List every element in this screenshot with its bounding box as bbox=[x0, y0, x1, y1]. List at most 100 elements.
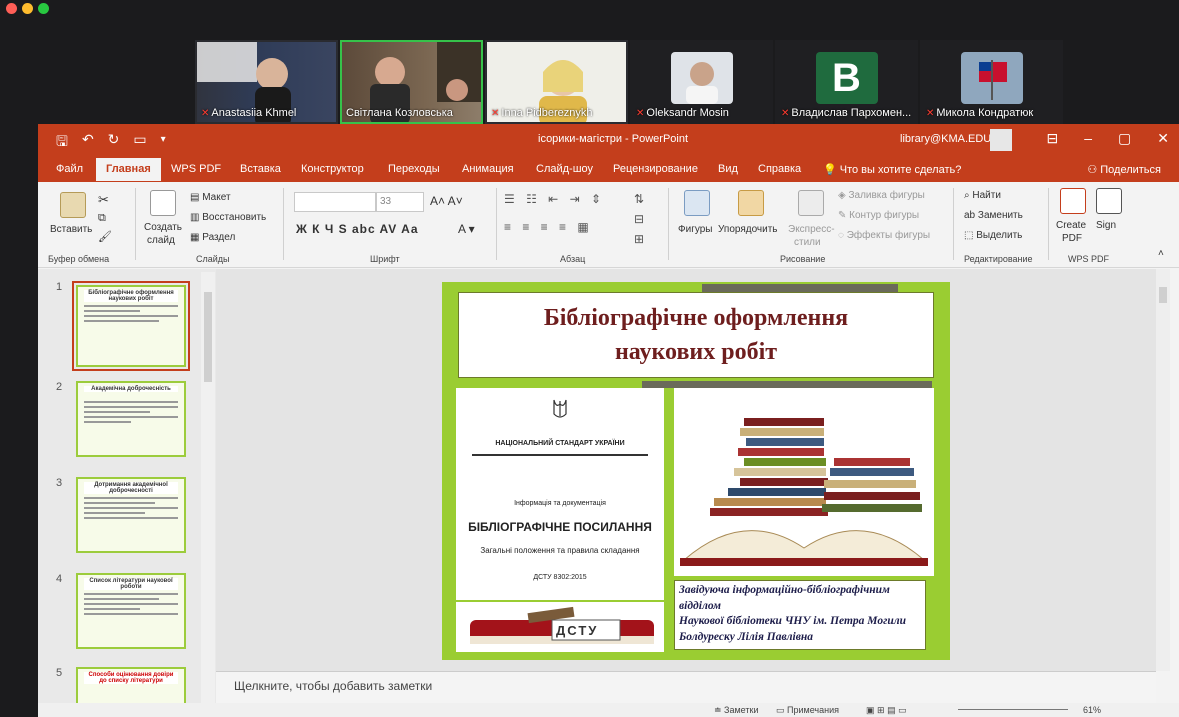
notes-pane[interactable]: Щелкните, чтобы добавить заметки bbox=[216, 671, 1156, 703]
arrange-button[interactable]: Упорядочить bbox=[718, 224, 778, 235]
shapes-button[interactable]: Фигуры bbox=[678, 224, 712, 235]
quick-styles-button[interactable]: Экспресс- bbox=[788, 224, 835, 235]
title-bar: 🖫 ↶ ↻ ▭ ▾ ісорики-магістри - PowerPoint … bbox=[38, 124, 1179, 155]
current-slide[interactable]: Бібліографічне оформлення наукових робіт… bbox=[442, 282, 950, 660]
thumbnail-scrollbar[interactable] bbox=[201, 272, 215, 712]
tab-help[interactable]: Справка bbox=[758, 163, 801, 175]
shape-effects-button[interactable]: ◌ Эффекты фигуры bbox=[838, 230, 930, 241]
grow-font-icon[interactable]: A˄ A˅ bbox=[430, 194, 463, 208]
thumbnail-number: 5 bbox=[56, 667, 63, 679]
caption-line: Наукової бібліотеки ЧНУ ім. Петра Могили bbox=[679, 615, 907, 627]
tab-file[interactable]: Файл bbox=[56, 163, 83, 175]
participant-tile[interactable]: B ✕ Владислав Пархомен... bbox=[775, 40, 918, 124]
tab-animations[interactable]: Анимация bbox=[462, 163, 514, 175]
ribbon-display-icon[interactable]: ⊟ bbox=[1047, 130, 1059, 147]
participant-name: ✕ Inna Pidbereznykh bbox=[491, 107, 593, 119]
tab-slideshow[interactable]: Слайд-шоу bbox=[536, 163, 593, 175]
list-icons[interactable]: ☰ ☷ ⇤ ⇥ ⇕ bbox=[504, 192, 605, 206]
avatar bbox=[670, 52, 733, 104]
save-icon[interactable]: 🖫 bbox=[56, 131, 68, 155]
copy-icon[interactable]: ⧉ bbox=[98, 212, 106, 225]
minimize-icon[interactable]: – bbox=[1084, 130, 1092, 147]
tab-wps-pdf[interactable]: WPS PDF bbox=[171, 163, 221, 175]
reset-button[interactable]: ▥ Восстановить bbox=[190, 212, 266, 223]
shape-outline-button[interactable]: ✎ Контур фигуры bbox=[838, 210, 919, 221]
tab-review[interactable]: Рецензирование bbox=[613, 163, 698, 175]
cut-icon[interactable]: ✂ bbox=[98, 192, 109, 208]
slideshow-icon[interactable]: ▭ bbox=[133, 131, 146, 155]
minimize-window-icon[interactable] bbox=[22, 3, 33, 14]
thumbnail-slide[interactable]: Академічна доброчесність bbox=[76, 381, 186, 457]
participant-tile[interactable]: ✕ Oleksandr Mosin bbox=[630, 40, 773, 124]
smartart-icon[interactable]: ⊞ bbox=[634, 232, 644, 246]
thumbnail-title: Список літератури наукової роботи bbox=[84, 578, 178, 590]
account-avatar[interactable] bbox=[990, 129, 1012, 151]
participant-tile[interactable]: ✕ Inna Pidbereznykh bbox=[485, 40, 628, 124]
paste-button[interactable]: Вставить bbox=[50, 224, 92, 235]
thumbnail-pane: 1 Бібліографічне оформлення наукових роб… bbox=[38, 269, 216, 717]
align-icons[interactable]: ≡ ≡ ≡ ≡ ▦ bbox=[504, 220, 593, 234]
font-size-box[interactable]: 33 bbox=[376, 192, 424, 212]
participant-tile-active-speaker[interactable]: Світлана Козловська bbox=[340, 40, 483, 124]
find-button[interactable]: ⌕ Найти bbox=[964, 190, 1001, 201]
tell-me-box[interactable]: 💡 Что вы хотите сделать? bbox=[823, 163, 961, 176]
format-painter-icon[interactable]: 🖌 bbox=[98, 230, 112, 243]
tab-view[interactable]: Вид bbox=[718, 163, 738, 175]
text-direction-icon[interactable]: ⇅ bbox=[634, 192, 644, 206]
flag-photo-icon bbox=[978, 60, 1007, 100]
thumbnail-number: 4 bbox=[56, 573, 63, 585]
account-name[interactable]: library@KMA.EDU bbox=[900, 133, 991, 145]
undo-icon[interactable]: ↶ bbox=[82, 131, 94, 155]
dstu-cover-image[interactable]: НАЦІОНАЛЬНИЙ СТАНДАРТ УКРАЇНИ Інформація… bbox=[456, 388, 664, 600]
select-button[interactable]: ⬚ Выделить bbox=[964, 230, 1022, 241]
caption-line: Болдуреску Лілія Павлівна bbox=[679, 630, 813, 643]
participant-name: Світлана Козловська bbox=[346, 107, 453, 119]
shape-fill-button[interactable]: ◈ Заливка фигуры bbox=[838, 190, 925, 201]
tab-design[interactable]: Конструктор bbox=[301, 163, 364, 175]
section-button[interactable]: ▦ Раздел bbox=[190, 232, 235, 243]
caption-line: відділом bbox=[679, 599, 722, 612]
author-caption[interactable]: Завідуюча інформаційно-бібліографічним в… bbox=[674, 580, 926, 650]
tab-home[interactable]: Главная bbox=[96, 158, 161, 181]
sign-button[interactable]: Sign bbox=[1096, 220, 1116, 231]
close-window-icon[interactable] bbox=[6, 3, 17, 14]
participant-tile[interactable]: ✕ Микола Кондратюк bbox=[920, 40, 1063, 124]
font-name-box[interactable] bbox=[294, 192, 376, 212]
wps-pdf-group-label: WPS PDF bbox=[1068, 254, 1110, 264]
dstu-book-image[interactable]: ДСТУ bbox=[456, 602, 664, 652]
paragraph-group-label: Абзац bbox=[560, 254, 586, 264]
slide-title[interactable]: Бібліографічне оформлення наукових робіт bbox=[458, 292, 934, 378]
format-buttons[interactable]: Ж К Ч S abc AV Aa bbox=[296, 222, 419, 236]
zoom-window-icon[interactable] bbox=[38, 3, 49, 14]
share-button[interactable]: ⚇ Поделиться bbox=[1087, 163, 1161, 176]
thumbnail-slide[interactable]: Список літератури наукової роботи bbox=[76, 573, 186, 649]
caption-line: Завідуюча інформаційно-бібліографічним bbox=[679, 584, 890, 596]
view-buttons[interactable]: ▣ ⊞ ▤ ▭ bbox=[866, 705, 907, 716]
create-pdf-button[interactable]: Create bbox=[1056, 220, 1086, 231]
thumbnail-slide[interactable]: Бібліографічне оформлення наукових робіт bbox=[72, 281, 190, 371]
tab-transitions[interactable]: Переходы bbox=[388, 163, 440, 175]
close-icon[interactable]: ✕ bbox=[1157, 130, 1169, 147]
sign-icon bbox=[1096, 188, 1122, 214]
participant-tile[interactable]: ✕ Anastasiia Khmel bbox=[195, 40, 338, 124]
notes-toggle[interactable]: ≐ Заметки bbox=[714, 705, 758, 716]
layout-button[interactable]: ▤ Макет bbox=[190, 192, 231, 203]
books-stack-image[interactable] bbox=[674, 388, 934, 576]
align-text-icon[interactable]: ⊟ bbox=[634, 212, 644, 226]
zoom-level[interactable]: 61% bbox=[1083, 705, 1101, 715]
comments-toggle[interactable]: ▭ Примечания bbox=[776, 705, 839, 716]
collapse-ribbon-icon[interactable]: ˄ bbox=[1158, 248, 1164, 259]
restore-icon[interactable]: ▢ bbox=[1118, 130, 1131, 147]
new-slide-button[interactable]: Создать bbox=[144, 222, 182, 233]
redo-icon[interactable]: ↻ bbox=[108, 131, 120, 155]
slide-scrollbar[interactable] bbox=[1156, 269, 1170, 671]
zoom-slider[interactable] bbox=[958, 709, 1068, 710]
thumbnail-slide[interactable]: Дотримання академічної доброчесності bbox=[76, 477, 186, 553]
font-color-icon[interactable]: A ▾ bbox=[458, 222, 475, 236]
normal-view-icon: ▣ bbox=[866, 705, 878, 715]
replace-button[interactable]: ab Заменить bbox=[964, 210, 1023, 221]
customize-qat-icon[interactable]: ▾ bbox=[161, 131, 166, 155]
books-stack-icon bbox=[680, 418, 928, 566]
tab-insert[interactable]: Вставка bbox=[240, 163, 281, 175]
general-rules-text: Загальні положення та правила складання bbox=[480, 546, 640, 555]
